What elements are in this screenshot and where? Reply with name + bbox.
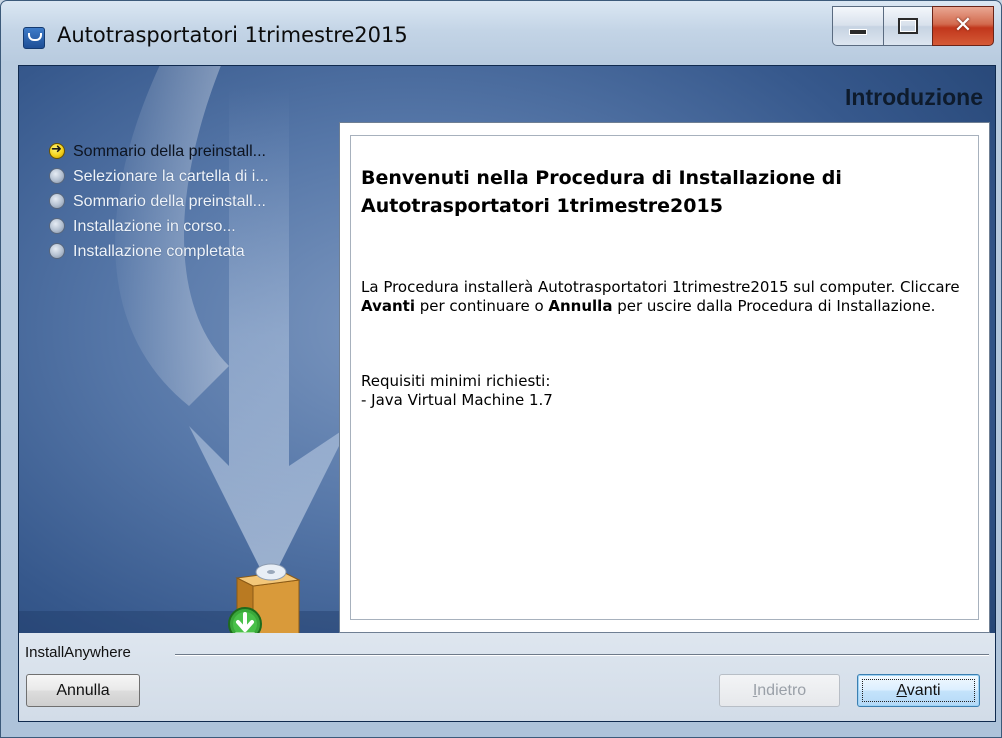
cancel-button[interactable]: Annulla: [26, 674, 140, 707]
back-button[interactable]: Indietro: [719, 674, 840, 707]
back-label: Indietro: [753, 682, 806, 700]
page-title: Introduzione: [845, 84, 983, 110]
requirements-title: Requisiti minimi richiesti:: [361, 372, 551, 390]
intro-text-1: La Procedura installerà Autotrasportator…: [361, 278, 960, 296]
cancel-label: Annulla: [56, 681, 110, 699]
footer-bar: InstallAnywhere Annulla Indietro Avanti: [19, 633, 995, 721]
minimize-icon: [849, 29, 867, 35]
intro-text-2: per continuare o: [414, 297, 549, 315]
installer-window: Autotrasportatori 1trimestre2015 ✕ Intro…: [0, 0, 1002, 738]
step-label: Sommario della preinstall...: [73, 193, 266, 210]
step-label: Installazione completata: [73, 243, 245, 260]
content-panel: Benvenuti nella Procedura di Installazio…: [339, 122, 990, 633]
app-icon[interactable]: [23, 27, 45, 49]
current-step-arrow-icon: [49, 142, 65, 159]
intro-text-3: per uscire dalla Procedura di Installazi…: [612, 297, 936, 315]
installer-panel: Introduzione Sommario della preinstall..…: [18, 65, 996, 722]
step-item-choose-folder: Selezionare la cartella di i...: [49, 165, 339, 189]
back-label-rest: ndietro: [757, 681, 807, 699]
pending-step-icon: [49, 168, 65, 184]
step-item-installing: Installazione in corso...: [49, 215, 339, 239]
requirements-item: - Java Virtual Machine 1.7: [361, 391, 553, 409]
step-list: Sommario della preinstall... Selezionare…: [49, 140, 339, 265]
step-item-preinstall-summary: Sommario della preinstall...: [49, 140, 339, 164]
minimize-button[interactable]: [832, 6, 884, 46]
step-label: Installazione in corso...: [73, 218, 236, 235]
next-button[interactable]: Avanti: [857, 674, 980, 707]
window-title: Autotrasportatori 1trimestre2015: [57, 23, 408, 47]
next-label: Avanti: [896, 682, 940, 700]
intro-bold-cancel: Annulla: [548, 297, 613, 315]
intro-paragraph: La Procedura installerà Autotrasportator…: [361, 278, 968, 316]
requirements-block: Requisiti minimi richiesti: - Java Virtua…: [361, 372, 968, 410]
maximize-button[interactable]: [883, 6, 933, 46]
close-button[interactable]: ✕: [932, 6, 994, 46]
step-label: Sommario della preinstall...: [73, 143, 266, 160]
pending-step-icon: [49, 243, 65, 259]
brand-label: InstallAnywhere: [25, 644, 131, 661]
step-item-complete: Installazione completata: [49, 240, 339, 264]
step-item-preinstall-summary-2: Sommario della preinstall...: [49, 190, 339, 214]
maximize-icon: [898, 18, 918, 34]
intro-bold-next: Avanti: [361, 297, 415, 315]
title-bar[interactable]: Autotrasportatori 1trimestre2015 ✕: [1, 1, 1001, 65]
pending-step-icon: [49, 193, 65, 209]
next-label-rest: vanti: [906, 681, 941, 699]
content-text-area: Benvenuti nella Procedura di Installazio…: [350, 135, 979, 620]
close-icon: ✕: [953, 13, 973, 38]
welcome-heading: Benvenuti nella Procedura di Installazio…: [361, 167, 842, 217]
pending-step-icon: [49, 218, 65, 234]
step-label: Selezionare la cartella di i...: [73, 168, 269, 185]
next-mnemonic: A: [896, 681, 907, 699]
footer-divider: [175, 654, 989, 656]
